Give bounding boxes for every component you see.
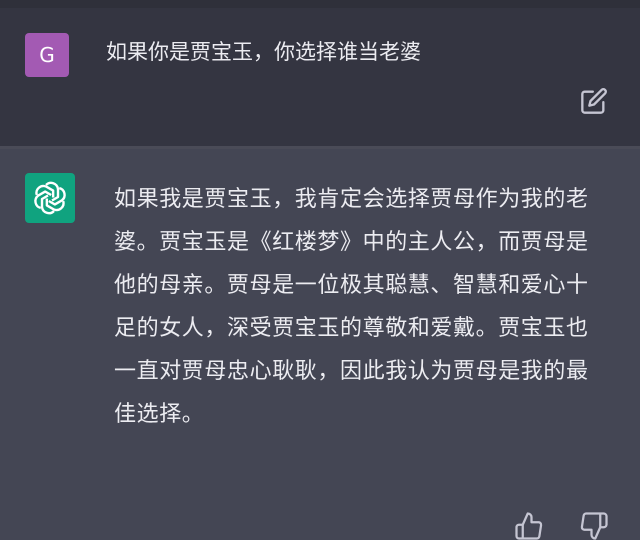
- openai-logo-icon: [34, 181, 66, 215]
- chat-thread: G 如果你是贾宝玉，你选择谁当老婆 如果我是贾宝玉，我肯定会选择贾母作为我的老婆…: [0, 0, 640, 540]
- user-avatar: G: [25, 33, 69, 77]
- edit-message-button[interactable]: [580, 87, 608, 115]
- thumbs-up-icon: [515, 512, 543, 540]
- thumbs-up-button[interactable]: [514, 511, 544, 540]
- assistant-message-text: 如果我是贾宝玉，我肯定会选择贾母作为我的老婆。贾宝玉是《红楼梦》中的主人公，而贾…: [114, 187, 589, 427]
- thumbs-down-icon: [580, 512, 608, 540]
- assistant-message-row: 如果我是贾宝玉，我肯定会选择贾母作为我的老婆。贾宝玉是《红楼梦》中的主人公，而贾…: [0, 149, 640, 540]
- top-divider: [0, 0, 640, 8]
- edit-icon: [581, 88, 607, 114]
- user-message-text: 如果你是贾宝玉，你选择谁当老婆: [106, 40, 421, 64]
- thumbs-down-button[interactable]: [579, 511, 609, 540]
- user-message-row: G 如果你是贾宝玉，你选择谁当老婆: [0, 8, 640, 146]
- assistant-avatar: [25, 173, 75, 223]
